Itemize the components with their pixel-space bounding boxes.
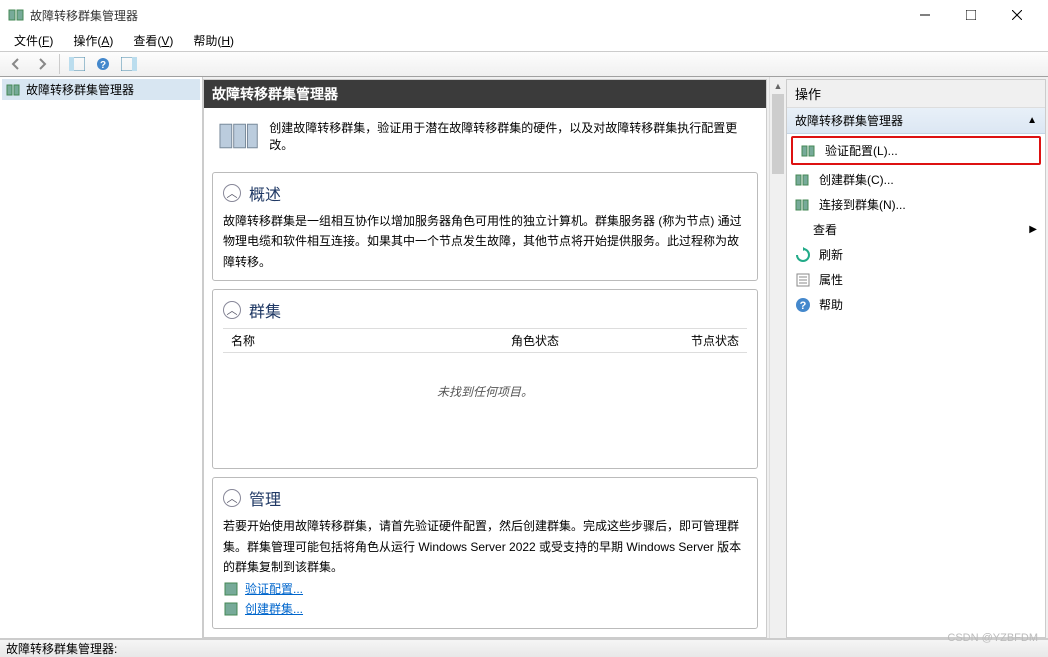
show-hide-tree-button[interactable] — [65, 52, 89, 76]
col-role-status[interactable]: 角色状态 — [503, 329, 683, 352]
overview-body: 故障转移群集是一组相互协作以增加服务器角色可用性的独立计算机。群集服务器 (称为… — [223, 211, 747, 272]
action-validate-label: 验证配置(L)... — [825, 142, 898, 159]
content-area: 故障转移群集管理器 故障转移群集管理器 创建故障转移群集，验证用于潜在故障转移群… — [0, 77, 1048, 639]
svg-text:?: ? — [100, 60, 106, 71]
action-connect[interactable]: 连接到群集(N)... — [787, 192, 1045, 217]
nav-back-button[interactable] — [4, 52, 28, 76]
actions-pane: 操作 故障转移群集管理器 ▲ 验证配置(L)... 创建群集(C)... — [786, 79, 1046, 638]
help-icon: ? — [795, 297, 811, 313]
cluster-manager-icon — [6, 82, 22, 98]
title-bar: 故障转移群集管理器 — [0, 0, 1048, 30]
clusters-table-header: 名称 角色状态 节点状态 — [223, 328, 747, 353]
action-properties[interactable]: 属性 — [787, 267, 1045, 292]
action-create[interactable]: 创建群集(C)... — [787, 167, 1045, 192]
menu-file[interactable]: 文件(F) — [6, 30, 61, 51]
menu-help[interactable]: 帮助(H) — [185, 30, 242, 51]
nav-forward-button[interactable] — [30, 52, 54, 76]
scroll-up-icon[interactable]: ▲ — [770, 77, 786, 94]
validate-link-row: 验证配置... — [223, 580, 747, 597]
scroll-thumb[interactable] — [772, 94, 784, 174]
actions-sub-label: 故障转移群集管理器 — [795, 112, 903, 129]
intro-row: 创建故障转移群集，验证用于潜在故障转移群集的硬件，以及对故障转移群集执行配置更改… — [204, 108, 766, 164]
action-refresh-label: 刷新 — [819, 246, 843, 263]
action-help[interactable]: ? 帮助 — [787, 292, 1045, 317]
manage-section: ︿ 管理 若要开始使用故障转移群集，请首先验证硬件配置，然后创建群集。完成这些步… — [212, 477, 758, 629]
submenu-arrow-icon: ▶ — [1029, 224, 1037, 235]
manage-collapse-icon[interactable]: ︿ — [223, 489, 241, 507]
properties-icon — [795, 272, 811, 288]
manage-body: 若要开始使用故障转移群集，请首先验证硬件配置，然后创建群集。完成这些步骤后，即可… — [223, 516, 747, 577]
maximize-button[interactable] — [948, 0, 994, 30]
nav-root-label: 故障转移群集管理器 — [26, 81, 134, 98]
actions-title: 操作 — [787, 80, 1045, 108]
menu-view[interactable]: 查看(V) — [125, 30, 181, 51]
actions-subheader: 故障转移群集管理器 ▲ — [787, 108, 1045, 134]
clusters-title: 群集 — [249, 298, 281, 322]
action-view-label: 查看 — [813, 221, 837, 238]
validate-action-icon — [801, 143, 817, 159]
validate-icon — [223, 581, 239, 597]
window-controls — [902, 0, 1040, 30]
overview-title: 概述 — [249, 181, 281, 205]
validate-link[interactable]: 验证配置... — [245, 580, 303, 597]
overview-section: ︿ 概述 故障转移群集是一组相互协作以增加服务器角色可用性的独立计算机。群集服务… — [212, 172, 758, 281]
center-column: 故障转移群集管理器 创建故障转移群集，验证用于潜在故障转移群集的硬件，以及对故障… — [203, 77, 769, 638]
create-action-icon — [795, 172, 811, 188]
manage-title: 管理 — [249, 486, 281, 510]
menu-bar: 文件(F) 操作(A) 查看(V) 帮助(H) — [0, 30, 1048, 51]
clusters-empty-text: 未找到任何项目。 — [223, 353, 747, 430]
create-link[interactable]: 创建群集... — [245, 600, 303, 617]
minimize-button[interactable] — [902, 0, 948, 30]
navigation-pane: 故障转移群集管理器 — [0, 77, 203, 638]
action-connect-label: 连接到群集(N)... — [819, 196, 906, 213]
action-help-label: 帮助 — [819, 296, 843, 313]
col-node-status[interactable]: 节点状态 — [683, 329, 747, 352]
status-bar: 故障转移群集管理器: — [0, 639, 1048, 657]
action-validate[interactable]: 验证配置(L)... — [793, 138, 1039, 163]
toolbar: ? — [0, 51, 1048, 77]
connect-action-icon — [795, 197, 811, 213]
app-icon — [8, 7, 24, 23]
create-link-row: 创建群集... — [223, 600, 747, 617]
action-refresh[interactable]: 刷新 — [787, 242, 1045, 267]
nav-root-item[interactable]: 故障转移群集管理器 — [2, 79, 200, 100]
overview-collapse-icon[interactable]: ︿ — [223, 184, 241, 202]
svg-text:?: ? — [800, 300, 807, 312]
action-properties-label: 属性 — [819, 271, 843, 288]
validate-highlight: 验证配置(L)... — [791, 136, 1041, 165]
window-title: 故障转移群集管理器 — [30, 7, 902, 24]
main-pane: 故障转移群集管理器 创建故障转移群集，验证用于潜在故障转移群集的硬件，以及对故障… — [203, 77, 1048, 638]
show-hide-actions-button[interactable] — [117, 52, 141, 76]
main-header: 故障转移群集管理器 — [204, 80, 766, 108]
intro-text: 创建故障转移群集，验证用于潜在故障转移群集的硬件，以及对故障转移群集执行配置更改… — [269, 119, 752, 153]
clusters-collapse-icon[interactable]: ︿ — [223, 301, 241, 319]
help-toolbar-button[interactable]: ? — [91, 52, 115, 76]
center-scrollbar[interactable]: ▲ — [769, 77, 786, 638]
collapse-triangle-icon[interactable]: ▲ — [1027, 115, 1037, 126]
create-cluster-icon — [223, 601, 239, 617]
refresh-icon — [795, 247, 811, 263]
close-button[interactable] — [994, 0, 1040, 30]
servers-icon — [218, 118, 259, 154]
col-name[interactable]: 名称 — [223, 329, 503, 352]
actions-column: 操作 故障转移群集管理器 ▲ 验证配置(L)... 创建群集(C)... — [786, 79, 1046, 638]
status-text: 故障转移群集管理器: — [6, 640, 117, 657]
clusters-section: ︿ 群集 名称 角色状态 节点状态 未找到任何项目。 — [212, 289, 758, 469]
action-create-label: 创建群集(C)... — [819, 171, 894, 188]
center-body: 故障转移群集管理器 创建故障转移群集，验证用于潜在故障转移群集的硬件，以及对故障… — [203, 79, 767, 638]
action-view[interactable]: 查看 ▶ — [787, 217, 1045, 242]
watermark: CSDN @YZBFDM — [947, 632, 1038, 644]
menu-action[interactable]: 操作(A) — [65, 30, 121, 51]
